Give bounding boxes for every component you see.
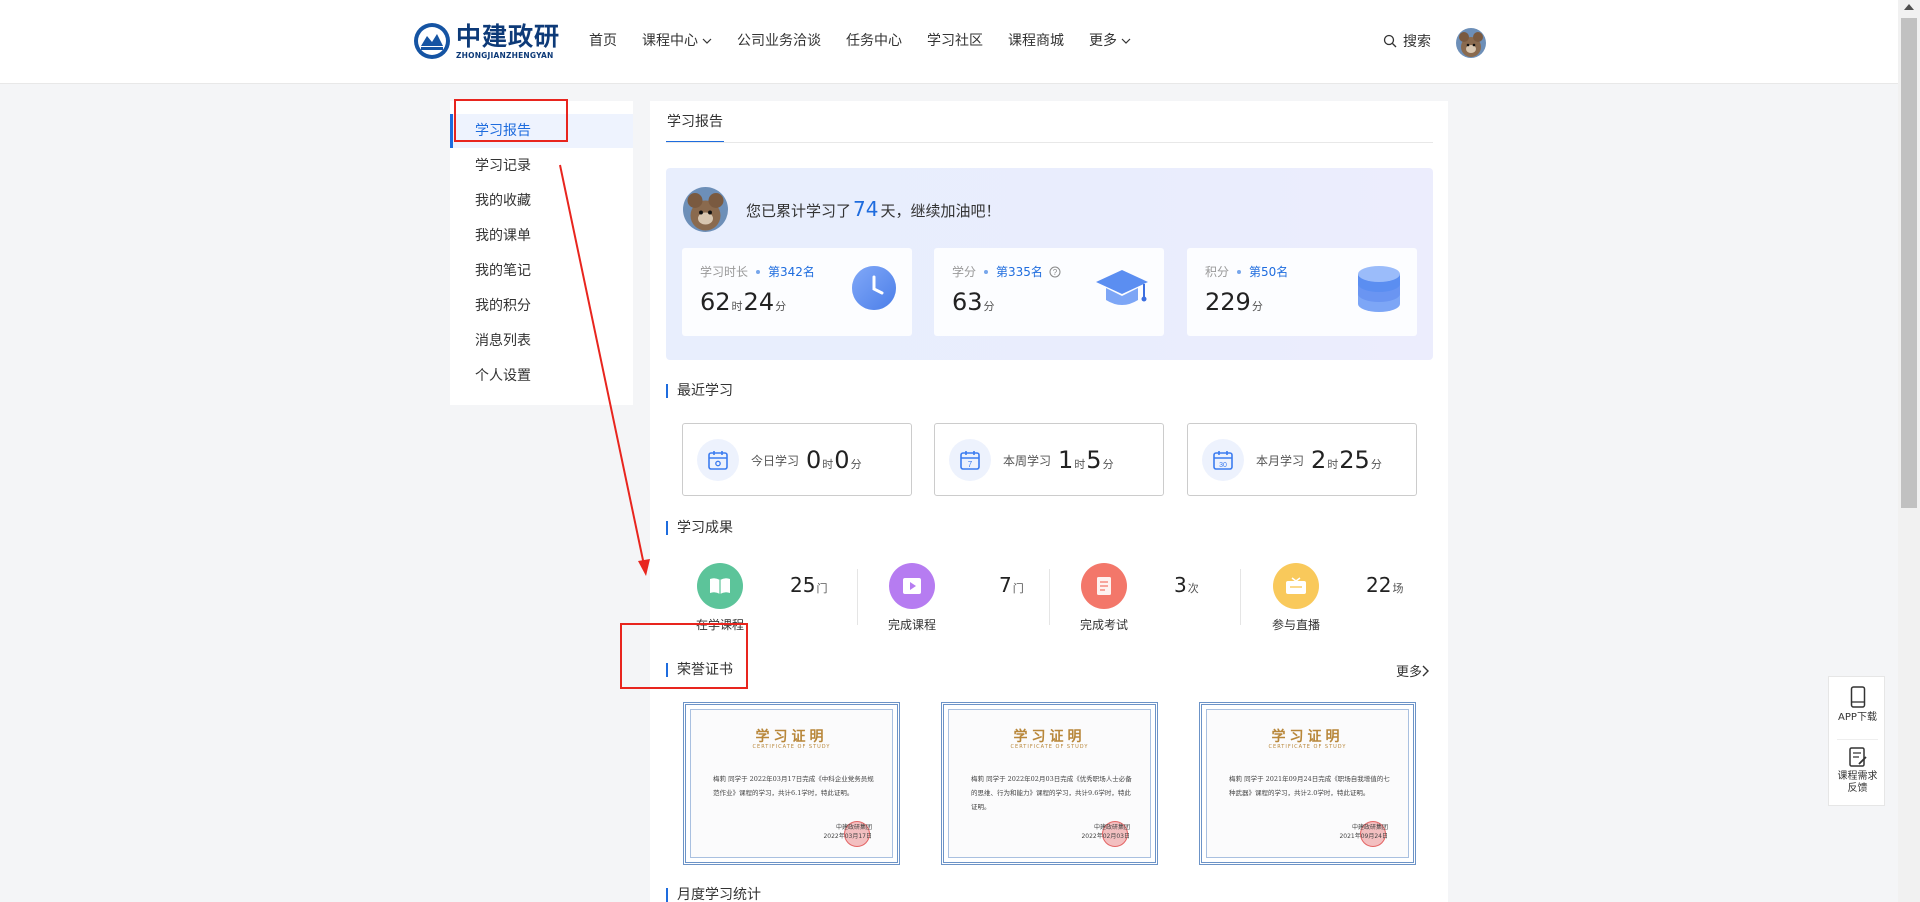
edit-document-icon <box>1848 747 1867 767</box>
annotation-arrow-icon <box>559 164 650 576</box>
divider <box>1837 739 1878 740</box>
floating-tools-panel: APP下载 课程需求反馈 <box>1828 676 1885 806</box>
phone-icon <box>1850 686 1865 708</box>
app-download-label: APP下载 <box>1838 712 1877 723</box>
course-request-button[interactable]: 课程需求反馈 <box>1829 747 1886 795</box>
course-request-label: 课程需求反馈 <box>1837 771 1878 794</box>
app-download-button[interactable]: APP下载 <box>1829 686 1886 724</box>
